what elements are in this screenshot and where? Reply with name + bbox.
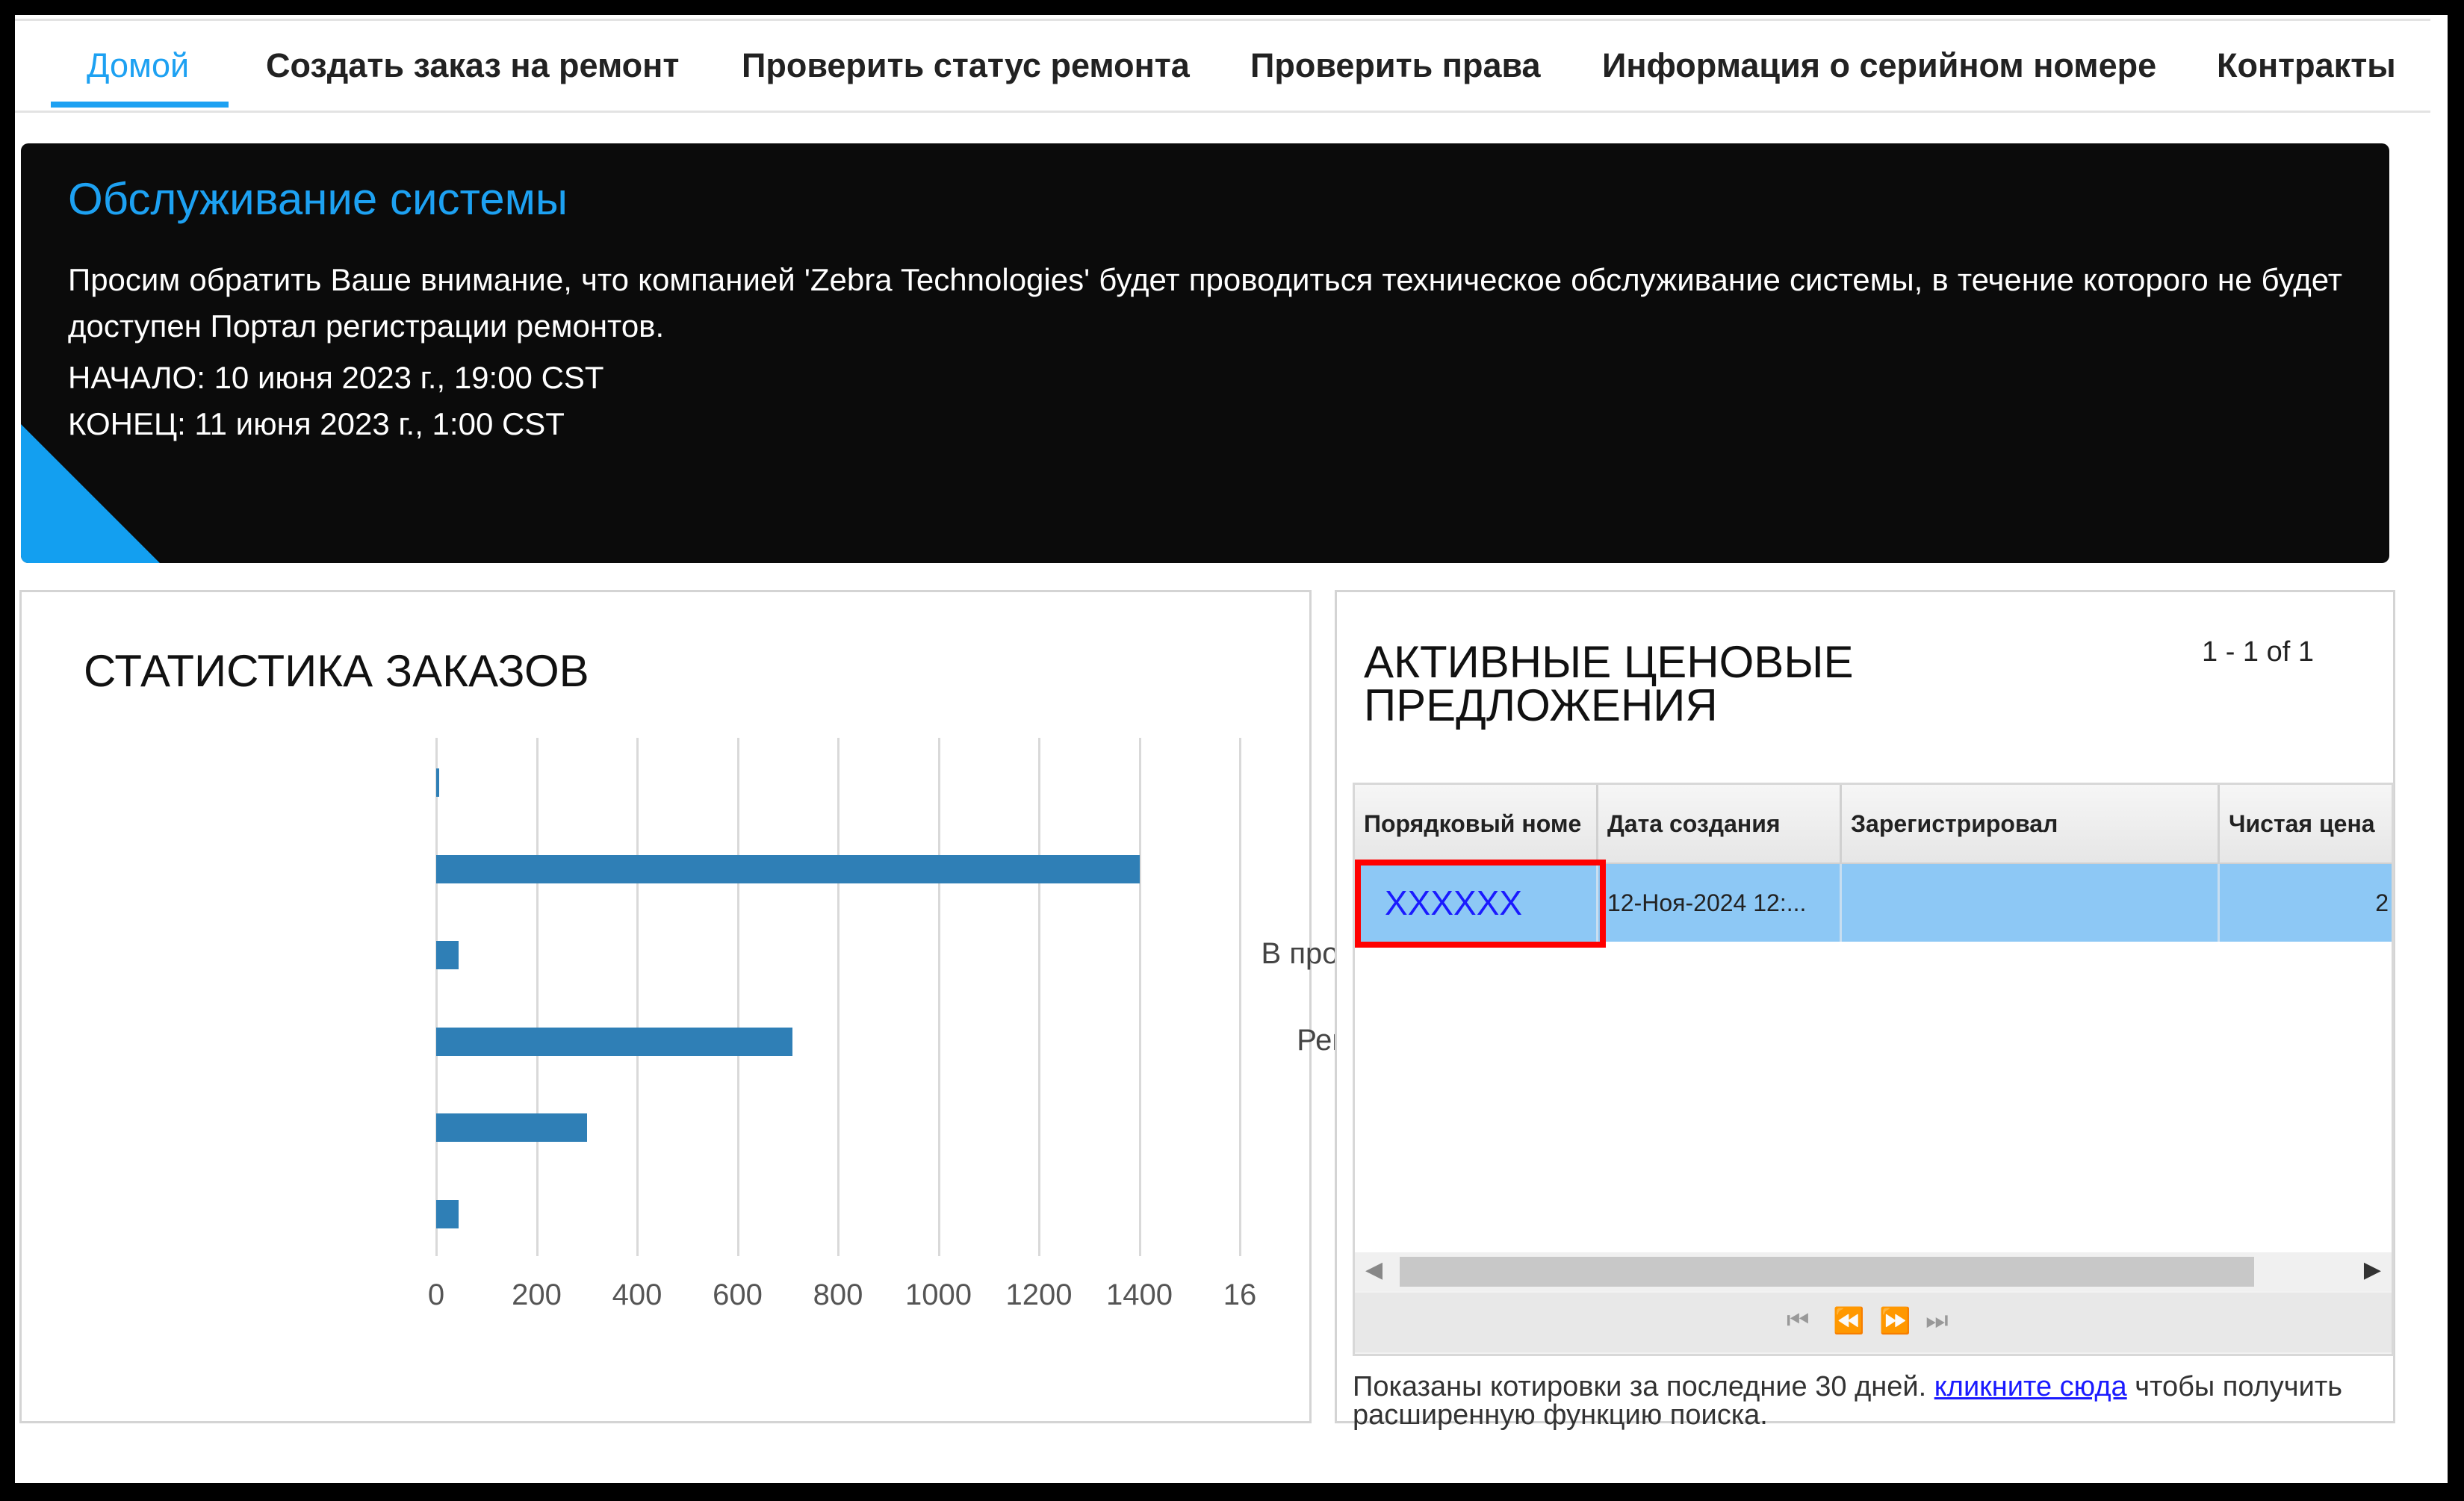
table-row-cell-net-price: 2: [2220, 864, 2392, 942]
grid-header: Порядковый номе Дата создания Зарегистри…: [1355, 785, 2392, 865]
chart-tick-label: 1400: [1106, 1278, 1173, 1311]
banner-title: Обслуживание системы: [68, 174, 568, 224]
chart-tick-label: 1200: [1005, 1278, 1073, 1311]
chart-tick-label: 400: [612, 1278, 662, 1311]
chart-tick-label: 16: [1223, 1278, 1257, 1311]
first-page-icon[interactable]: ⏮: [1787, 1306, 1810, 1335]
chart-tick-label: 800: [813, 1278, 863, 1311]
active-quotes-title-line2: ПРЕДЛОЖЕНИЯ: [1364, 680, 1718, 730]
chart-tick-label: 200: [512, 1278, 562, 1311]
order-stats-title: СТАТИСТИКА ЗАКАЗОВ: [84, 646, 589, 696]
column-header-order-number[interactable]: Порядковый номе: [1355, 785, 1598, 863]
scroll-right-icon[interactable]: ▶: [2364, 1257, 2381, 1283]
highlight-box: [1355, 860, 1606, 948]
chart-bar: [436, 1113, 587, 1142]
nav-home[interactable]: Домой: [87, 21, 189, 111]
chart-bar: [436, 768, 439, 797]
nav-contracts[interactable]: Контракты: [2217, 21, 2396, 111]
chart-gridline: [536, 738, 539, 1256]
column-header-registered-by[interactable]: Зарегистрировал: [1842, 785, 2220, 863]
chart-gridline: [636, 738, 639, 1256]
chart-gridline: [1239, 738, 1241, 1256]
nav-serial-info[interactable]: Информация о серийном номере: [1602, 21, 2156, 111]
grid-pager: ⏮ ⏪ ⏩ ⏭: [1355, 1293, 2392, 1352]
chart-bar: [436, 854, 1140, 883]
quotes-footnote: Показаны котировки за последние 30 дней.…: [1353, 1373, 2383, 1429]
column-header-created-date[interactable]: Дата создания: [1598, 785, 1842, 863]
footnote-text-before: Показаны котировки за последние 30 дней.: [1353, 1371, 1927, 1402]
table-row-cell-registered-by: [1842, 864, 2220, 942]
nav-check-rights[interactable]: Проверить права: [1250, 21, 1541, 111]
horizontal-scrollbar[interactable]: ◀ ▶: [1355, 1252, 2392, 1291]
chart-gridline: [1038, 738, 1040, 1256]
nav-create-order[interactable]: Создать заказ на ремонт: [266, 21, 679, 111]
banner-corner-accent: [21, 424, 160, 563]
chart-tick-label: 0: [427, 1278, 445, 1311]
nav-active-indicator: [51, 102, 229, 108]
prev-page-icon[interactable]: ⏪: [1833, 1306, 1864, 1336]
banner-end-time: КОНЕЦ: 11 июня 2023 г., 1:00 CST: [68, 406, 565, 441]
maintenance-banner: Обслуживание системы Просим обратить Ваш…: [21, 143, 2389, 563]
chart-gridline: [1138, 738, 1141, 1256]
chart-gridline: [435, 738, 438, 1256]
scroll-left-icon[interactable]: ◀: [1365, 1257, 1382, 1283]
table-row-cell-created-date: 12-Ноя-2024 12:...: [1598, 864, 1842, 942]
active-quotes-title-line1: АКТИВНЫЕ ЦЕНОВЫЕ: [1364, 637, 1854, 687]
top-navigation: Домой Создать заказ на ремонт Проверить …: [15, 19, 2430, 113]
banner-start-time: НАЧАЛО: 10 июня 2023 г., 19:00 CST: [68, 360, 604, 395]
next-page-icon[interactable]: ⏩: [1879, 1306, 1911, 1336]
scrollbar-thumb[interactable]: [1400, 1257, 2254, 1287]
chart-tick-label: 1000: [905, 1278, 972, 1311]
chart-tick-label: 600: [713, 1278, 763, 1311]
column-header-net-price[interactable]: Чистая цена: [2220, 785, 2392, 863]
chart-gridline: [937, 738, 940, 1256]
chart-gridline: [837, 738, 840, 1256]
banner-message: Просим обратить Ваше внимание, что компа…: [68, 262, 2342, 344]
advanced-search-link[interactable]: кликните сюда: [1934, 1371, 2127, 1402]
chart-bar: [436, 1199, 459, 1228]
quotes-range: 1 - 1 of 1: [2202, 636, 2314, 668]
chart-bar: [436, 1027, 793, 1056]
chart-gridline: [736, 738, 739, 1256]
chart-bar: [436, 941, 459, 969]
nav-check-status[interactable]: Проверить статус ремонта: [742, 21, 1190, 111]
last-page-icon[interactable]: ⏭: [1925, 1306, 1949, 1335]
